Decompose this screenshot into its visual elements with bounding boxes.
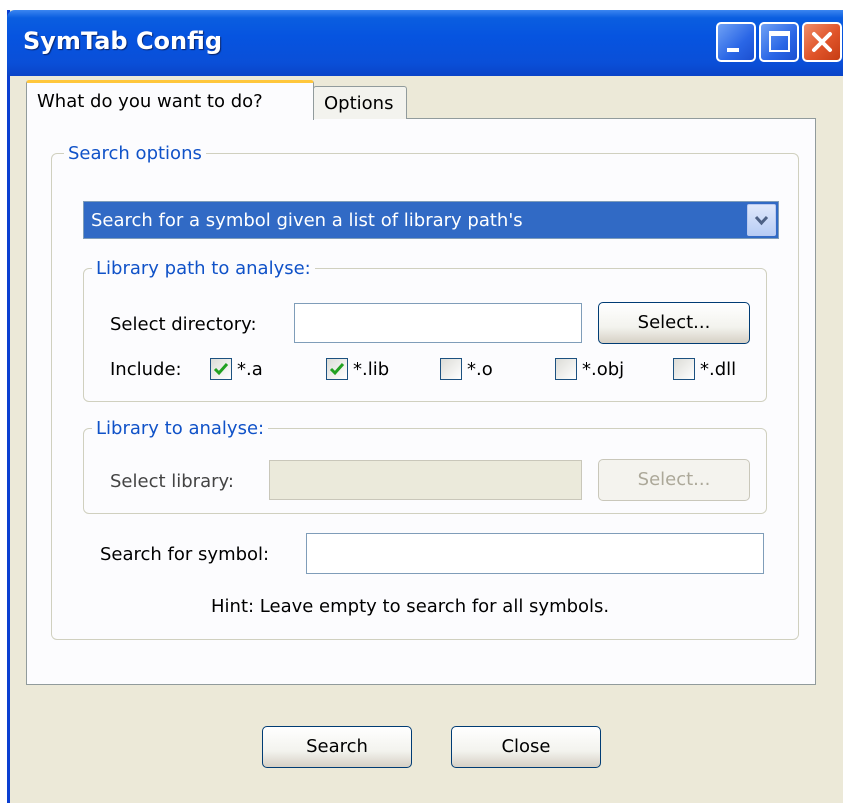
symbol-field[interactable] bbox=[307, 534, 763, 573]
dropdown-button[interactable] bbox=[747, 204, 776, 236]
tab-options[interactable]: Options bbox=[313, 86, 407, 119]
library-path-legend: Library path to analyse: bbox=[96, 258, 311, 279]
include-label: Include: bbox=[110, 359, 182, 380]
search-mode-value: Search for a symbol given a list of libr… bbox=[91, 210, 523, 231]
search-mode-dropdown[interactable]: Search for a symbol given a list of libr… bbox=[83, 201, 779, 239]
close-window-button[interactable] bbox=[802, 22, 842, 62]
minimize-button[interactable] bbox=[716, 22, 756, 62]
select-directory-label: Select directory: bbox=[110, 314, 257, 335]
checkbox-lib[interactable] bbox=[326, 358, 348, 380]
title-bar[interactable]: SymTab Config bbox=[7, 10, 843, 76]
checkbox-o-label[interactable]: *.o bbox=[467, 359, 493, 380]
checkbox-dll-label[interactable]: *.dll bbox=[700, 359, 736, 380]
close-button[interactable]: Close bbox=[451, 726, 601, 768]
checkbox-a-label[interactable]: *.a bbox=[237, 359, 263, 380]
checkbox-obj-label[interactable]: *.obj bbox=[582, 359, 624, 380]
checkbox-a[interactable] bbox=[210, 358, 232, 380]
chevron-down-icon bbox=[754, 215, 769, 226]
symbol-input[interactable] bbox=[306, 533, 764, 574]
directory-field[interactable] bbox=[295, 304, 581, 342]
select-library-label: Select library: bbox=[110, 471, 234, 492]
maximize-icon bbox=[769, 31, 790, 52]
select-library-button: Select... bbox=[598, 459, 750, 501]
maximize-button[interactable] bbox=[759, 22, 799, 62]
minimize-icon bbox=[727, 48, 739, 52]
search-button[interactable]: Search bbox=[262, 726, 412, 768]
library-field bbox=[270, 461, 581, 499]
directory-input[interactable] bbox=[294, 303, 582, 343]
window-title: SymTab Config bbox=[23, 27, 223, 55]
tab-what-do-you-want[interactable]: What do you want to do? bbox=[26, 80, 314, 120]
checkbox-dll[interactable] bbox=[673, 358, 695, 380]
close-icon bbox=[812, 32, 832, 52]
checkbox-lib-label[interactable]: *.lib bbox=[353, 359, 389, 380]
search-symbol-label: Search for symbol: bbox=[100, 544, 270, 565]
checkmark-icon bbox=[329, 363, 345, 376]
library-input bbox=[269, 460, 582, 500]
search-options-legend: Search options bbox=[68, 143, 202, 164]
library-legend: Library to analyse: bbox=[96, 418, 265, 439]
hint-text: Hint: Leave empty to search for all symb… bbox=[211, 596, 610, 617]
checkmark-icon bbox=[213, 363, 229, 376]
checkbox-obj[interactable] bbox=[555, 358, 577, 380]
checkbox-o[interactable] bbox=[440, 358, 462, 380]
select-directory-button[interactable]: Select... bbox=[598, 302, 750, 344]
